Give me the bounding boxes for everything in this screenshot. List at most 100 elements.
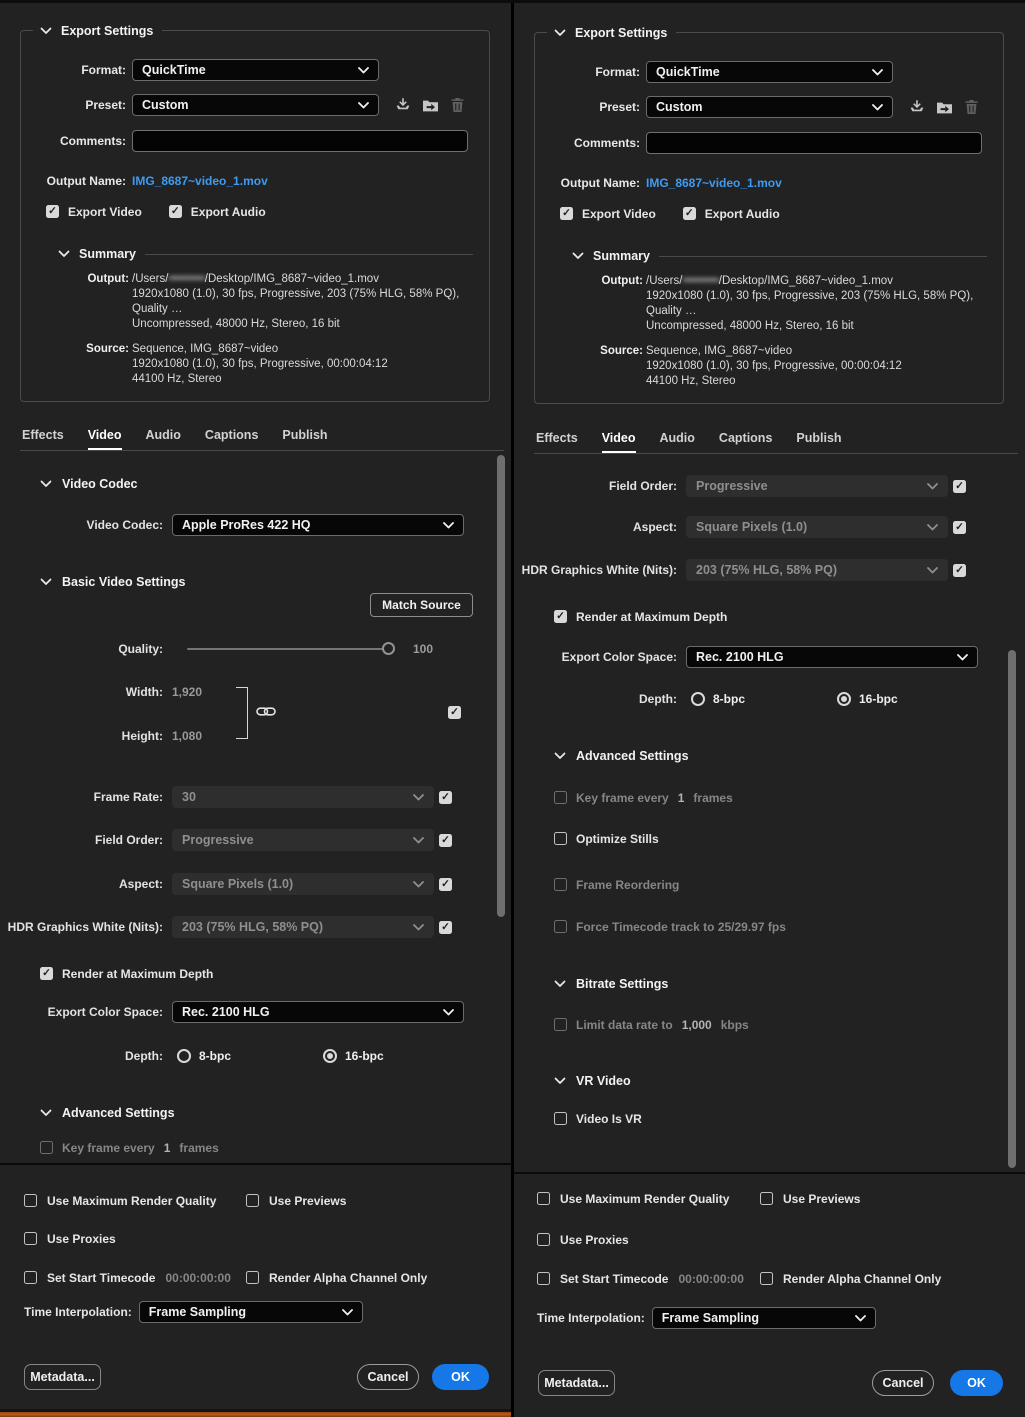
basic-video-settings-header[interactable]: Basic Video Settings [40, 574, 185, 590]
render-max-depth-checkbox[interactable] [40, 967, 53, 980]
limit-data-rate-value[interactable]: 1,000 [682, 1018, 712, 1032]
width-value[interactable]: 1,920 [172, 685, 202, 699]
save-preset-icon[interactable] [394, 96, 412, 114]
advanced-settings-header[interactable]: Advanced Settings [554, 748, 689, 764]
cancel-button[interactable]: Cancel [872, 1370, 934, 1396]
optimize-stills-checkbox[interactable] [554, 832, 567, 845]
use-max-render-quality-checkbox[interactable] [24, 1194, 37, 1207]
vr-video-header[interactable]: VR Video [554, 1073, 631, 1089]
video-is-vr-checkbox[interactable] [554, 1112, 567, 1125]
scrollbar-thumb[interactable] [497, 455, 505, 917]
comments-input[interactable] [646, 132, 982, 154]
depth-8bpc-radio[interactable] [177, 1049, 191, 1063]
aspect-dropdown[interactable]: Square Pixels (1.0) [172, 873, 434, 895]
aspect-override-checkbox[interactable] [953, 521, 966, 534]
height-value[interactable]: 1,080 [172, 729, 202, 743]
save-preset-icon[interactable] [908, 98, 926, 116]
keyframe-checkbox[interactable] [40, 1141, 53, 1154]
use-proxies-checkbox[interactable] [24, 1232, 37, 1245]
quality-slider[interactable] [187, 642, 389, 656]
export-audio-checkbox[interactable] [169, 205, 182, 218]
preset-dropdown[interactable]: Custom [132, 94, 379, 116]
field-order-dropdown[interactable]: Progressive [172, 829, 434, 851]
import-preset-icon[interactable] [935, 98, 953, 116]
frame-rate-dropdown[interactable]: 30 [172, 786, 434, 808]
match-source-button[interactable]: Match Source [370, 593, 473, 617]
render-alpha-checkbox[interactable] [246, 1271, 259, 1284]
use-proxies-checkbox[interactable] [537, 1233, 550, 1246]
comments-input[interactable] [132, 130, 468, 152]
time-interpolation-dropdown[interactable]: Frame Sampling [652, 1307, 876, 1329]
format-dropdown[interactable]: QuickTime [132, 59, 379, 81]
field-order-override-checkbox[interactable] [439, 834, 452, 847]
export-video-checkbox[interactable] [46, 205, 59, 218]
output-name-link[interactable]: IMG_8687~video_1.mov [646, 176, 782, 190]
cancel-button[interactable]: Cancel [357, 1364, 419, 1390]
hdr-white-override-checkbox[interactable] [439, 921, 452, 934]
aspect-dropdown[interactable]: Square Pixels (1.0) [686, 516, 948, 538]
time-interpolation-dropdown[interactable]: Frame Sampling [139, 1301, 363, 1323]
export-video-checkbox[interactable] [560, 207, 573, 220]
tab-captions[interactable]: Captions [205, 428, 258, 450]
timecode-value[interactable]: 00:00:00:00 [165, 1271, 230, 1285]
tab-video[interactable]: Video [88, 428, 122, 450]
tab-audio[interactable]: Audio [660, 431, 695, 453]
export-settings-header[interactable]: Export Settings [547, 25, 676, 41]
summary-header[interactable]: Summary [58, 247, 473, 261]
frame-rate-override-checkbox[interactable] [439, 791, 452, 804]
delete-preset-icon[interactable] [962, 98, 980, 116]
depth-16bpc-radio[interactable] [323, 1049, 337, 1063]
use-max-render-quality-checkbox[interactable] [537, 1192, 550, 1205]
metadata-button[interactable]: Metadata... [24, 1364, 101, 1390]
delete-preset-icon[interactable] [448, 96, 466, 114]
force-timecode-checkbox[interactable] [554, 920, 567, 933]
timecode-value[interactable]: 00:00:00:00 [678, 1272, 743, 1286]
link-dimensions-icon[interactable] [256, 705, 276, 723]
tab-publish[interactable]: Publish [282, 428, 327, 450]
output-name-link[interactable]: IMG_8687~video_1.mov [132, 174, 268, 188]
use-previews-checkbox[interactable] [246, 1194, 259, 1207]
hdr-white-dropdown[interactable]: 203 (75% HLG, 58% PQ) [172, 916, 434, 938]
advanced-settings-header[interactable]: Advanced Settings [40, 1105, 175, 1121]
format-dropdown[interactable]: QuickTime [646, 61, 893, 83]
summary-header[interactable]: Summary [572, 249, 987, 263]
import-preset-icon[interactable] [421, 96, 439, 114]
depth-16bpc-radio[interactable] [837, 692, 851, 706]
limit-data-rate-checkbox[interactable] [554, 1018, 567, 1031]
set-start-timecode-checkbox[interactable] [537, 1272, 550, 1285]
slider-handle[interactable] [382, 642, 395, 655]
frame-reordering-checkbox[interactable] [554, 878, 567, 891]
aspect-override-checkbox[interactable] [439, 878, 452, 891]
keyframe-checkbox[interactable] [554, 791, 567, 804]
use-previews-checkbox[interactable] [760, 1192, 773, 1205]
set-start-timecode-checkbox[interactable] [24, 1271, 37, 1284]
scrollbar-thumb[interactable] [1008, 650, 1016, 1168]
field-order-override-checkbox[interactable] [953, 480, 966, 493]
tab-video[interactable]: Video [602, 431, 636, 453]
export-audio-checkbox[interactable] [683, 207, 696, 220]
hdr-white-dropdown[interactable]: 203 (75% HLG, 58% PQ) [686, 559, 948, 581]
export-color-space-dropdown[interactable]: Rec. 2100 HLG [686, 646, 978, 668]
ok-button[interactable]: OK [432, 1364, 489, 1390]
export-color-space-dropdown[interactable]: Rec. 2100 HLG [172, 1001, 464, 1023]
render-alpha-checkbox[interactable] [760, 1272, 773, 1285]
render-max-depth-checkbox[interactable] [554, 610, 567, 623]
metadata-button[interactable]: Metadata... [538, 1370, 615, 1396]
field-order-dropdown[interactable]: Progressive [686, 475, 948, 497]
keyframe-value[interactable]: 1 [164, 1141, 171, 1155]
dimensions-override-checkbox[interactable] [448, 706, 461, 719]
ok-button[interactable]: OK [950, 1370, 1003, 1396]
tab-audio[interactable]: Audio [146, 428, 181, 450]
tab-captions[interactable]: Captions [719, 431, 772, 453]
hdr-white-override-checkbox[interactable] [953, 564, 966, 577]
tab-effects[interactable]: Effects [22, 428, 64, 450]
export-settings-header[interactable]: Export Settings [33, 23, 162, 39]
bitrate-settings-header[interactable]: Bitrate Settings [554, 976, 668, 992]
depth-8bpc-radio[interactable] [691, 692, 705, 706]
video-codec-dropdown[interactable]: Apple ProRes 422 HQ [172, 514, 464, 536]
keyframe-value[interactable]: 1 [678, 791, 685, 805]
tab-effects[interactable]: Effects [536, 431, 578, 453]
preset-dropdown[interactable]: Custom [646, 96, 893, 118]
video-codec-section-header[interactable]: Video Codec [40, 476, 137, 492]
tab-publish[interactable]: Publish [796, 431, 841, 453]
